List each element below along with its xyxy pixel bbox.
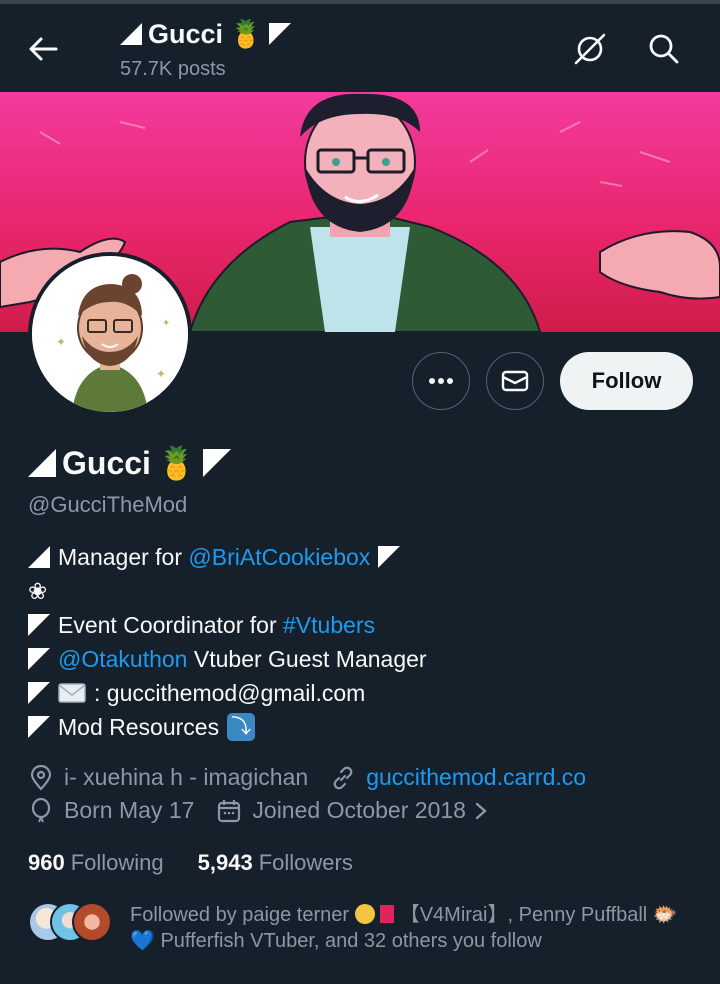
message-button[interactable] [486, 352, 544, 410]
flower-icon: ❀ [28, 578, 48, 604]
follower-avatar [72, 902, 112, 942]
mail-icon [501, 370, 529, 392]
bio-line: Manager for @BriAtCookiebox [28, 540, 427, 574]
joined-text[interactable]: Joined October 2018 [252, 797, 466, 824]
bookmark-icon [380, 905, 395, 923]
svg-text:✦: ✦ [156, 367, 166, 381]
triangle-icon [28, 546, 50, 568]
triangle-icon [28, 682, 50, 704]
arrow-down-emoji-icon: ⤵ [227, 713, 256, 741]
blowfish-icon: 🐡 [652, 904, 678, 926]
triangle-icon [28, 614, 50, 636]
followed-by[interactable]: Followed by paige terner 【V4Mirai】, Penn… [28, 898, 688, 958]
location-text: i- xuehina h - imagichan [64, 764, 309, 790]
location-icon [30, 764, 52, 791]
followers-stat[interactable]: 5,943 Followers [198, 850, 353, 876]
search-icon[interactable] [647, 32, 681, 66]
profile-meta-row: i- xuehina h - imagichan guccithemod.car… [28, 764, 586, 791]
more-icon [429, 378, 453, 384]
post-count: 57.7K posts [120, 58, 226, 80]
more-button[interactable] [412, 352, 470, 410]
arrow-left-icon[interactable] [26, 34, 60, 64]
avatar[interactable]: ✦ ✦ ✦ [28, 252, 192, 416]
bio-line: Event Coordinator for #Vtubers [28, 608, 427, 642]
pineapple-icon: 🍍 [229, 19, 263, 49]
header-title: Gucci 🍍 [120, 18, 291, 50]
link-icon [333, 766, 353, 789]
birthday-text: Born May 17 [64, 797, 195, 823]
bio-line: @Otakuthon Vtuber Guest Manager [28, 642, 427, 676]
bio-line: Mod Resources ⤵ [28, 710, 427, 744]
followed-by-text: Followed by paige terner 【V4Mirai】, Penn… [130, 904, 678, 952]
triangle-icon [268, 23, 291, 45]
chevron-right-icon[interactable] [474, 801, 488, 821]
avatar-illustration: ✦ ✦ ✦ [32, 256, 188, 412]
follow-button[interactable]: Follow [560, 352, 693, 410]
display-name: Gucci 🍍 [28, 444, 231, 482]
grok-icon[interactable] [573, 32, 607, 66]
username: @GucciTheMod [28, 492, 188, 517]
hashtag-link[interactable]: #Vtubers [283, 612, 375, 638]
pineapple-icon: 🍍 [156, 445, 197, 481]
bio-line: : guccithemod@gmail.com [28, 676, 427, 710]
follow-stats: 960 Following 5,943 Followers [28, 850, 353, 876]
triangle-icon [28, 716, 50, 738]
envelope-icon [58, 683, 86, 703]
profile-meta-row: Born May 17 Joined October 2018 [28, 797, 488, 824]
mention-link[interactable]: @Otakuthon [58, 646, 187, 672]
bio: Manager for @BriAtCookiebox ❀ Event Coor… [28, 540, 427, 744]
triangle-icon [202, 449, 231, 477]
svg-text:✦: ✦ [56, 335, 66, 349]
bio-line: ❀ [28, 574, 427, 608]
calendar-icon [218, 799, 241, 822]
following-stat[interactable]: 960 Following [28, 850, 164, 876]
triangle-icon [28, 449, 56, 477]
triangle-icon [28, 648, 50, 670]
triangle-icon [120, 23, 142, 45]
mention-link[interactable]: @BriAtCookiebox [188, 544, 370, 570]
top-bar: Gucci 🍍 57.7K posts [0, 4, 720, 92]
website-link[interactable]: guccithemod.carrd.co [366, 764, 586, 791]
nerd-face-icon [354, 904, 375, 924]
svg-text:✦: ✦ [162, 318, 170, 329]
balloon-icon [31, 797, 51, 822]
triangle-icon [378, 546, 401, 568]
blue-heart-icon: 💙 [130, 930, 155, 952]
